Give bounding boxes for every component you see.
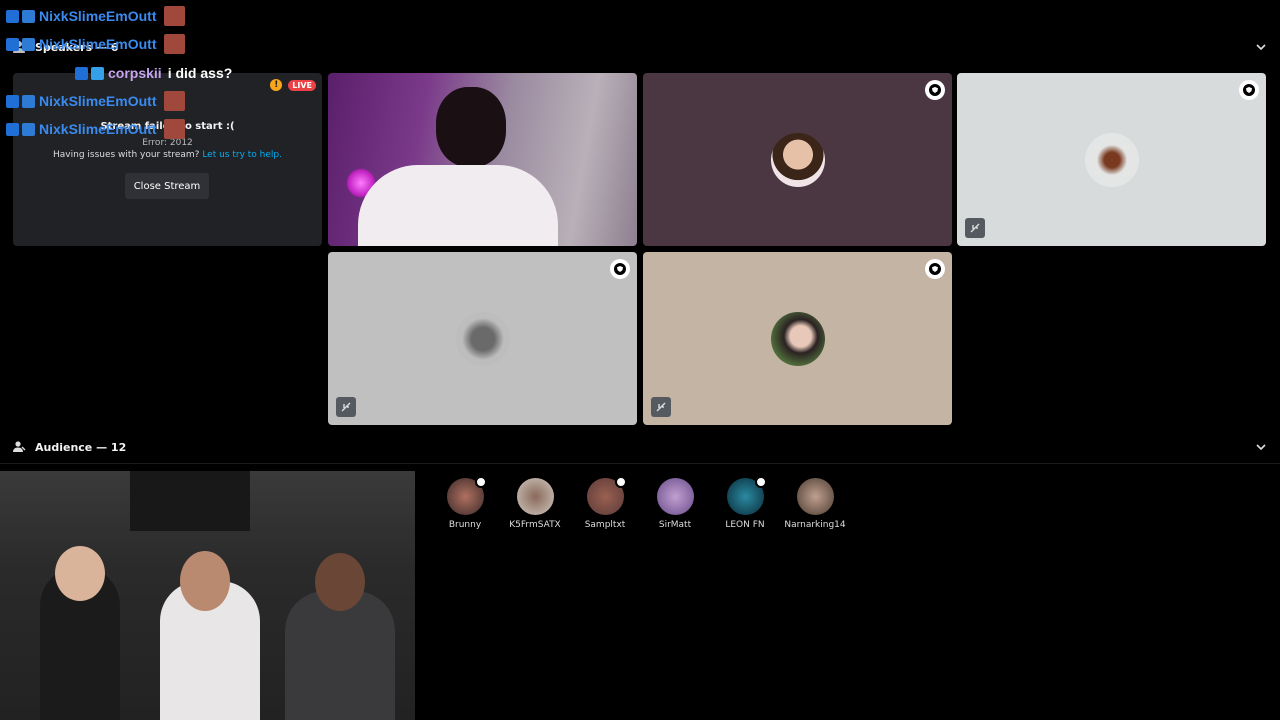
badge-icon (22, 94, 35, 108)
badge-icon (75, 66, 88, 80)
moderator-badge-icon (754, 476, 767, 488)
badge-icon (6, 9, 19, 23)
audience-name: K5FrmSATX (509, 520, 561, 530)
moderator-icon (1239, 80, 1259, 100)
avatar (586, 476, 627, 515)
avatar (796, 478, 834, 515)
chat-username[interactable]: NixkSlimeEmOutt (39, 36, 156, 52)
speakers-header[interactable]: Speakers — 6 (0, 34, 1280, 60)
avatar (656, 478, 694, 515)
badge-icon (91, 66, 104, 80)
speaker-avatar-tile[interactable] (957, 73, 1266, 246)
person-left-face (55, 546, 105, 601)
audience-member[interactable]: Narnarking14 (777, 478, 853, 530)
audience-name: Sampltxt (584, 520, 626, 530)
speaker-avatar (770, 311, 825, 366)
badge-icon (6, 94, 19, 108)
speaker-avatar-tile[interactable] (643, 252, 952, 425)
chevron-down-icon[interactable] (1254, 440, 1268, 454)
audience-header[interactable]: Audience — 12 (0, 434, 1280, 460)
moderator-icon (610, 259, 630, 279)
muted-icon (336, 397, 356, 417)
badge-icon (22, 122, 35, 136)
webcam-overlay (0, 471, 415, 720)
avatar (726, 476, 767, 515)
speaker-avatar (455, 311, 510, 366)
moderator-badge-icon (614, 476, 627, 488)
audience-name: LEON FN (725, 520, 765, 530)
audience-label: Audience — 12 (35, 440, 127, 454)
chat-username[interactable]: NixkSlimeEmOutt (39, 121, 156, 137)
audience-icon (13, 441, 26, 452)
divider (0, 463, 1280, 464)
audience-name: Brunny (448, 520, 482, 530)
badge-icon (22, 37, 35, 51)
emote-icon (164, 119, 186, 139)
chevron-down-icon[interactable] (1254, 40, 1268, 54)
chat-message: corpskii i did ass? (75, 62, 232, 84)
chat-message: NixkSlimeEmOutt (6, 33, 186, 55)
emote-icon (164, 34, 186, 54)
chat-message: NixkSlimeEmOutt (6, 5, 186, 27)
chat-username[interactable]: NixkSlimeEmOutt (39, 8, 156, 24)
audience-member[interactable]: LEON FN (707, 476, 783, 530)
speaker-avatar-tile[interactable] (643, 73, 952, 246)
audience-member[interactable]: Brunny (427, 476, 503, 530)
person-head (436, 87, 506, 167)
audience-name: SirMatt (658, 520, 692, 530)
moderator-icon (925, 259, 945, 279)
muted-icon (651, 397, 671, 417)
live-badge: LIVE (288, 79, 316, 91)
moderator-badge-icon (474, 476, 487, 488)
speaker-avatar (1084, 132, 1139, 187)
speaker-avatar (770, 132, 825, 187)
avatar (516, 478, 554, 515)
badge-icon (6, 122, 19, 136)
person-middle-face (180, 551, 230, 611)
emote-icon (164, 6, 186, 26)
close-stream-button[interactable]: Close Stream (125, 173, 209, 199)
audience-member[interactable]: K5FrmSATX (497, 478, 573, 530)
speaker-avatar-tile[interactable] (328, 252, 637, 425)
audience-name: Narnarking14 (784, 520, 846, 530)
audience-member[interactable]: SirMatt (637, 478, 713, 530)
chat-message: NixkSlimeEmOutt (6, 90, 186, 112)
chat-username[interactable]: NixkSlimeEmOutt (39, 93, 156, 109)
audience-member[interactable]: Sampltxt (567, 476, 643, 530)
badge-icon (6, 37, 19, 51)
chat-username[interactable]: corpskii (108, 65, 162, 81)
person-shirt (358, 165, 558, 246)
chat-message: NixkSlimeEmOutt (6, 118, 186, 140)
speaker-video-tile[interactable] (328, 73, 637, 246)
moderator-icon (925, 80, 945, 100)
help-link[interactable]: Let us try to help. (202, 150, 282, 160)
badge-icon (22, 9, 35, 23)
person-right-face (315, 553, 365, 611)
avatar (446, 476, 487, 515)
muted-icon (965, 218, 985, 238)
wall-poster (130, 471, 250, 531)
live-indicator: ! LIVE (270, 79, 316, 91)
chat-text: i did ass? (167, 65, 233, 81)
error-help: Having issues with your stream? Let us t… (13, 150, 322, 160)
error-help-text: Having issues with your stream? (53, 150, 200, 160)
warning-icon: ! (270, 79, 283, 91)
emote-icon (164, 91, 186, 111)
